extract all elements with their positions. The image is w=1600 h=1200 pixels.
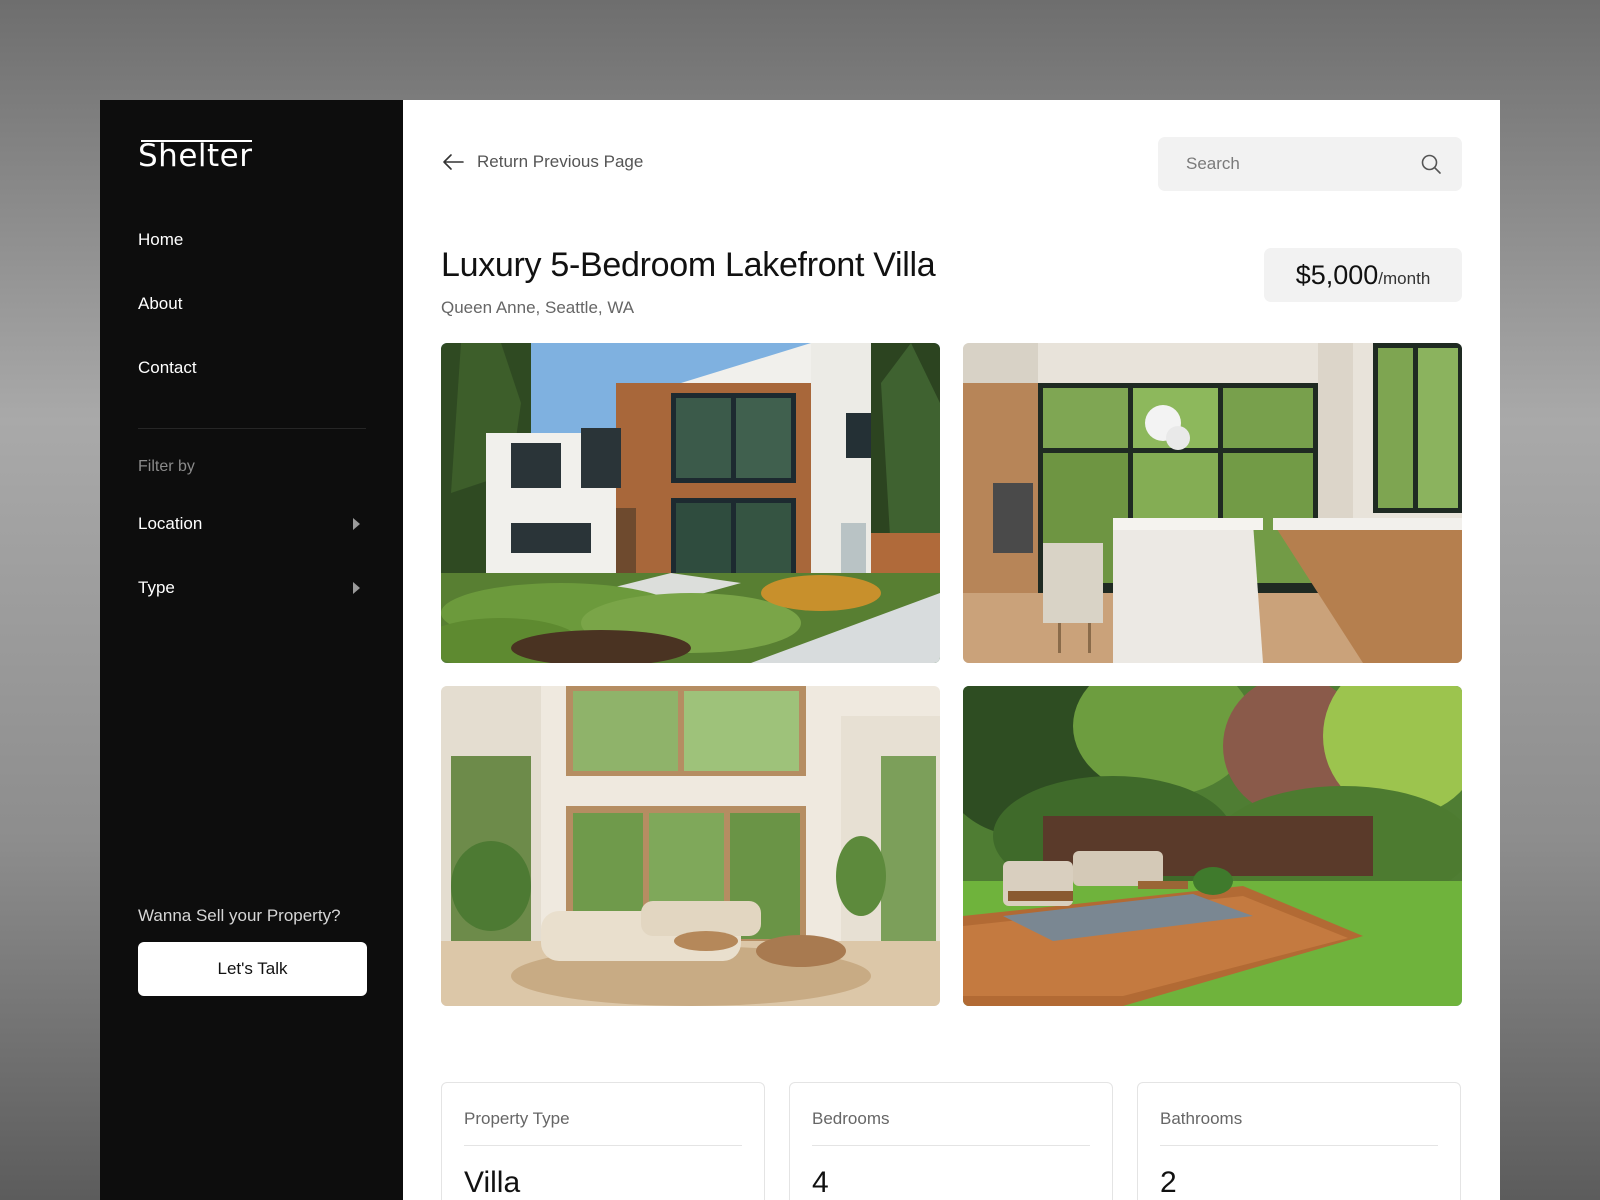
return-previous-label: Return Previous Page — [477, 152, 644, 171]
detail-label: Property Type — [464, 1109, 742, 1146]
logo[interactable]: Shelter — [138, 138, 253, 174]
listing-title: Luxury 5-Bedroom Lakefront Villa — [441, 246, 936, 284]
detail-label: Bedrooms — [812, 1109, 1090, 1146]
logo-text: Shelter — [138, 138, 253, 174]
detail-value: 2 — [1160, 1166, 1177, 1199]
search-input[interactable] — [1186, 154, 1420, 174]
nav-item-about[interactable]: About — [138, 294, 366, 358]
living-room-image — [441, 686, 940, 1006]
details-cards: Property Type Villa Bedrooms 4 Bathrooms… — [441, 1082, 1462, 1200]
nav-item-contact[interactable]: Contact — [138, 358, 366, 422]
filter-type-label: Type — [138, 578, 175, 597]
lets-talk-button[interactable]: Let's Talk — [138, 942, 367, 996]
filter-list: Location Type — [138, 514, 366, 642]
nav-item-home[interactable]: Home — [138, 230, 366, 294]
price-badge: $5,000 /month — [1264, 248, 1462, 302]
price-amount: $5,000 — [1295, 260, 1379, 290]
kitchen-image — [963, 343, 1462, 663]
filter-type[interactable]: Type — [138, 578, 366, 642]
listing-location: Queen Anne, Seattle, WA — [441, 298, 635, 317]
photo-exterior[interactable] — [441, 343, 940, 663]
detail-value: Villa — [464, 1166, 521, 1199]
photo-living-room[interactable] — [441, 686, 940, 1006]
detail-label: Bathrooms — [1160, 1109, 1438, 1146]
detail-card-bathrooms: Bathrooms 2 — [1137, 1082, 1461, 1200]
photo-gallery — [441, 343, 1462, 1006]
app-window: Shelter Home About Contact Filter by Loc… — [100, 100, 1500, 1200]
caret-right-icon — [353, 518, 360, 530]
filter-location-label: Location — [138, 514, 203, 533]
photo-kitchen[interactable] — [963, 343, 1462, 663]
search-icon[interactable] — [1420, 153, 1442, 175]
detail-card-bedrooms: Bedrooms 4 — [789, 1082, 1113, 1200]
filter-heading: Filter by — [138, 458, 195, 475]
caret-right-icon — [353, 582, 360, 594]
sidebar: Shelter Home About Contact Filter by Loc… — [100, 100, 403, 1200]
detail-card-property-type: Property Type Villa — [441, 1082, 765, 1200]
backyard-image — [963, 686, 1462, 1006]
photo-backyard[interactable] — [963, 686, 1462, 1006]
main-nav: Home About Contact — [138, 230, 366, 422]
logo-bar — [141, 140, 253, 142]
return-previous-link[interactable]: Return Previous Page — [441, 152, 643, 172]
sidebar-divider — [138, 428, 366, 429]
detail-value: 4 — [812, 1166, 829, 1199]
arrow-left-icon — [443, 154, 464, 170]
price-period: /month — [1378, 269, 1431, 288]
main-content: Return Previous Page Luxury 5-Bedroom La… — [403, 100, 1500, 1200]
exterior-image — [441, 343, 940, 663]
search-bar[interactable] — [1158, 137, 1462, 191]
sell-prompt: Wanna Sell your Property? — [138, 906, 341, 925]
filter-location[interactable]: Location — [138, 514, 366, 578]
